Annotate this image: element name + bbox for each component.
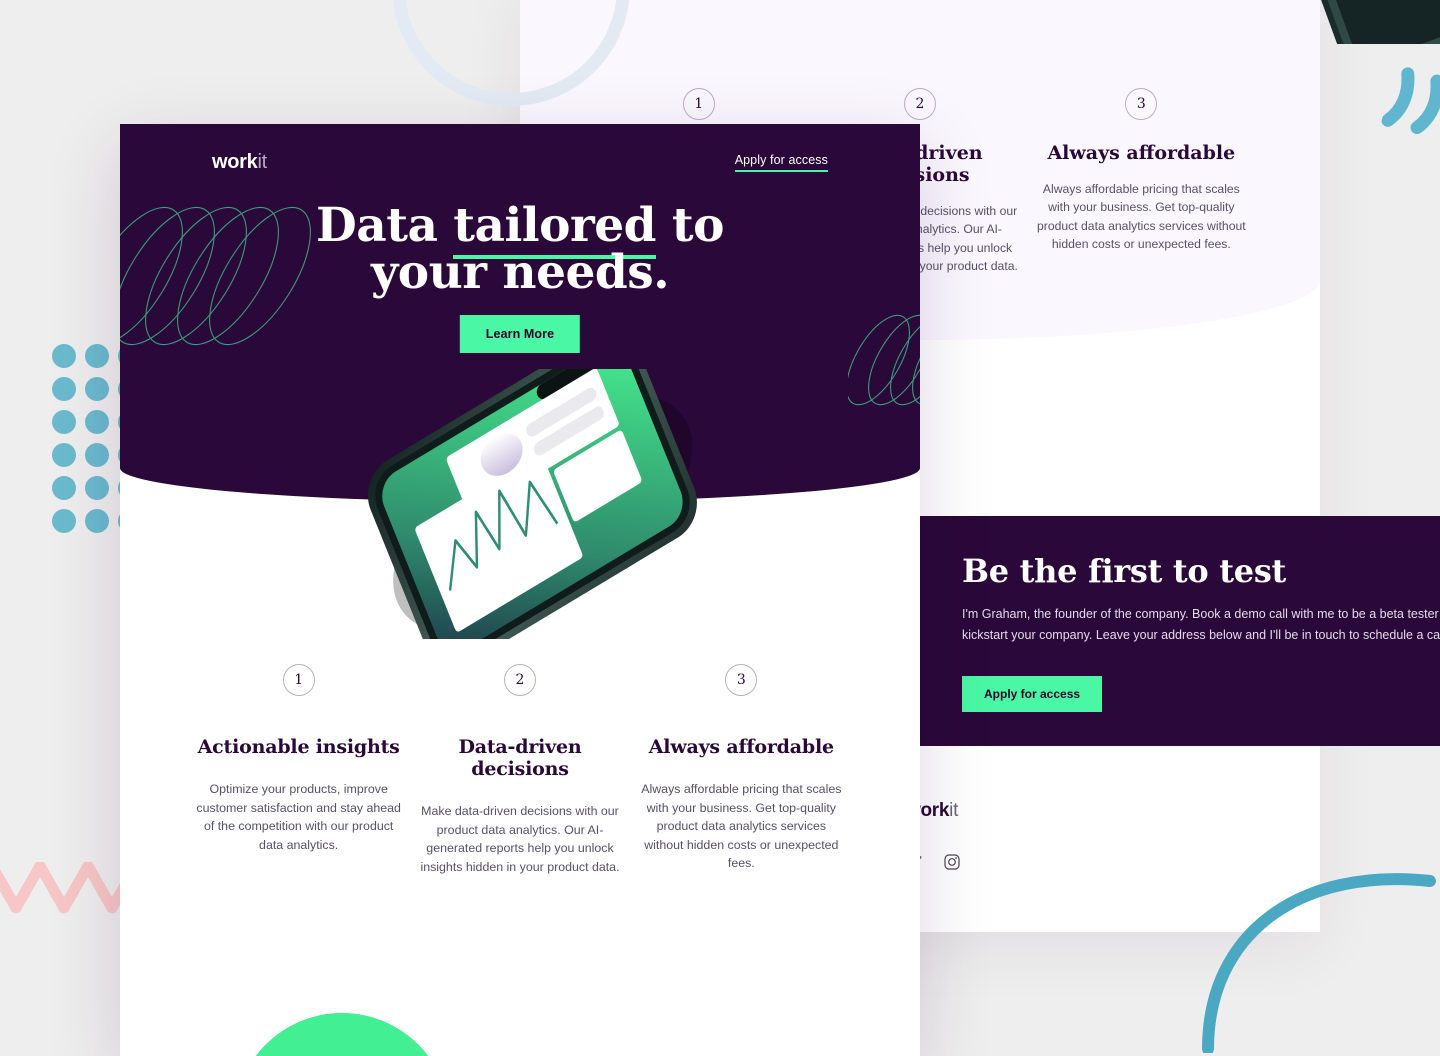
logo[interactable]: workit bbox=[212, 151, 267, 174]
cta-apply-button[interactable]: Apply for access bbox=[962, 676, 1103, 712]
feature-card-3: 3 Always affordable Always affordable pric… bbox=[631, 664, 852, 876]
feature-title: Data-driven decisions bbox=[458, 736, 582, 780]
coil-decoration-right bbox=[846, 300, 920, 425]
background-footer: workit bbox=[906, 800, 1306, 870]
feature-body: Always affordable pricing that scales wi… bbox=[1036, 182, 1246, 251]
feature-body: Always affordable pricing that scales wi… bbox=[641, 782, 842, 871]
logo-bold: work bbox=[212, 151, 258, 173]
feature-number-badge: 1 bbox=[282, 664, 315, 696]
instagram-icon[interactable] bbox=[944, 854, 960, 870]
page-stage: 1 Actionable insights Optimize your produc… bbox=[0, 0, 1440, 1056]
feature-title: Actionable insights bbox=[197, 736, 400, 758]
footer-logo: workit bbox=[906, 800, 959, 821]
feature-body: Make data-driven decisions with our prod… bbox=[420, 804, 620, 874]
feature-card-2: 2 Data-driven decisions Make data-driven d… bbox=[409, 664, 630, 876]
hero-navbar: workit Apply for access bbox=[120, 151, 920, 174]
feature-body: Optimize your products, improve customer… bbox=[196, 782, 401, 852]
feature-title: Always affordable bbox=[1047, 142, 1236, 164]
page-title: Data tailored to your needs. bbox=[120, 198, 920, 296]
feature-number-badge: 1 bbox=[682, 88, 715, 120]
feature-title: Always affordable bbox=[648, 736, 834, 758]
footer-social-links bbox=[906, 854, 1306, 870]
apply-for-access-link[interactable]: Apply for access bbox=[734, 153, 828, 172]
feature-number-badge: 3 bbox=[1125, 88, 1158, 120]
cta-title: Be the first to test bbox=[962, 552, 1287, 590]
foreground-page-card: workit Apply for access Data tailored to… bbox=[120, 124, 920, 1056]
background-cta-card: Be the first to test I'm Graham, the fou… bbox=[906, 516, 1440, 746]
phone-illustration bbox=[315, 330, 745, 668]
hero-title-line2: your needs. bbox=[370, 245, 670, 300]
features-row: 1 Actionable insights Optimize your produc… bbox=[120, 664, 920, 876]
feature-number-badge: 2 bbox=[903, 88, 936, 120]
background-phone-illustration bbox=[1280, 0, 1440, 77]
feature-number-badge: 3 bbox=[725, 664, 758, 696]
logo-light: it bbox=[257, 151, 267, 173]
feature-number-badge: 2 bbox=[503, 664, 536, 696]
learn-more-button[interactable]: Learn More bbox=[459, 315, 581, 353]
cta-body: I'm Graham, the founder of the company. … bbox=[962, 607, 1440, 642]
feature-card-3: 3 Always affordable Always affordable pric… bbox=[1031, 88, 1252, 275]
feature-card-1: 1 Actionable insights Optimize your produc… bbox=[188, 664, 409, 876]
